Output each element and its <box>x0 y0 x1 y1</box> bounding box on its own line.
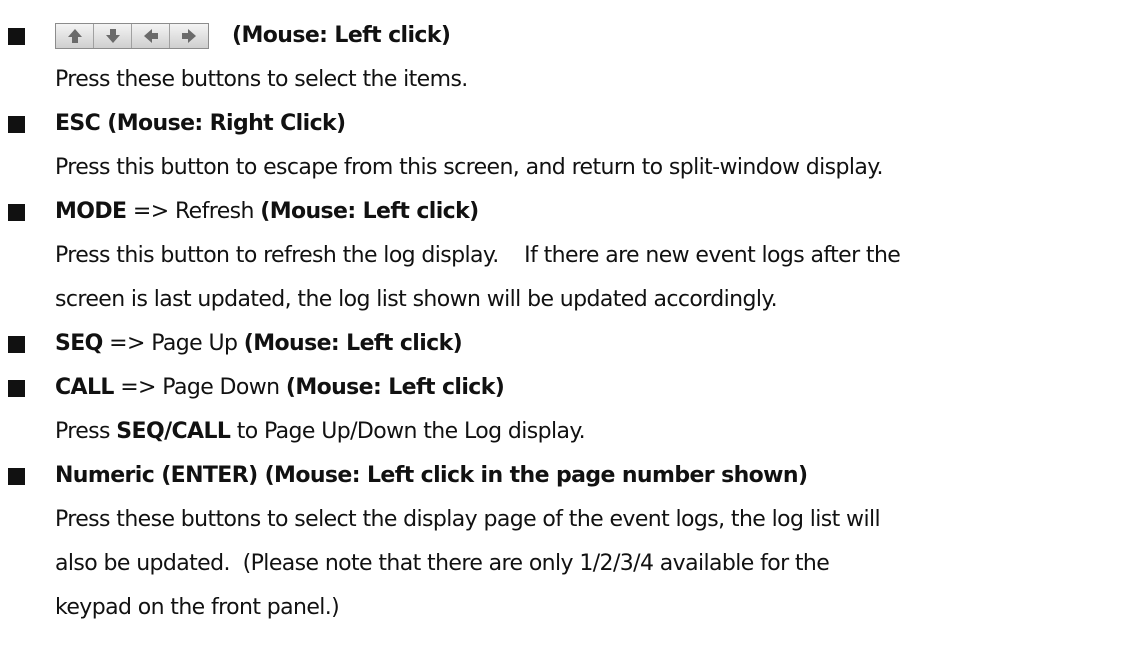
numeric-description-line-2: also be updated. (Please note that there… <box>55 551 830 576</box>
seq-action: => Page Up <box>102 331 244 356</box>
left-arrow-icon[interactable] <box>132 24 170 48</box>
numeric-description-line-1: Press these buttons to select the displa… <box>55 507 881 532</box>
bullet-square <box>8 116 25 133</box>
numeric-description-line-3: keypad on the front panel.) <box>55 595 340 620</box>
call-mouse-hint: (Mouse: Left click) <box>285 375 505 400</box>
bullet-square <box>8 204 25 221</box>
call-key: CALL <box>55 375 114 400</box>
call-desc-pre: Press <box>55 419 117 444</box>
call-heading: CALL => Page Down (Mouse: Left click) <box>55 366 505 410</box>
numeric-heading: Numeric (ENTER) (Mouse: Left click in th… <box>55 463 808 488</box>
call-description: Press SEQ/CALL to Page Up/Down the Log d… <box>55 410 586 454</box>
arrows-description: Press these buttons to select the items. <box>55 67 468 92</box>
mode-description-line-1: Press this button to refresh the log dis… <box>55 243 901 268</box>
seq-key: SEQ <box>55 331 103 356</box>
right-arrow-icon[interactable] <box>170 24 208 48</box>
arrow-button-strip <box>55 23 209 49</box>
mode-key: MODE <box>55 199 127 224</box>
bullet-square <box>8 380 25 397</box>
arrows-mouse-hint: (Mouse: Left click) <box>232 23 451 48</box>
seq-heading: SEQ => Page Up (Mouse: Left click) <box>55 322 463 366</box>
call-desc-post: to Page Up/Down the Log display. <box>230 419 586 444</box>
call-desc-keys: SEQ/CALL <box>116 419 231 444</box>
mode-heading: MODE => Refresh (Mouse: Left click) <box>55 190 479 234</box>
up-arrow-icon[interactable] <box>56 24 94 48</box>
mode-mouse-hint: (Mouse: Left click) <box>260 199 479 224</box>
bullet-square <box>8 28 25 45</box>
esc-description: Press this button to escape from this sc… <box>55 155 884 180</box>
down-arrow-icon[interactable] <box>94 24 132 48</box>
mode-description-line-2: screen is last updated, the log list sho… <box>55 287 778 312</box>
bullet-square <box>8 336 25 353</box>
call-action: => Page Down <box>113 375 286 400</box>
seq-mouse-hint: (Mouse: Left click) <box>243 331 463 356</box>
bullet-square <box>8 468 25 485</box>
mode-action: => Refresh <box>126 199 261 224</box>
esc-heading: ESC (Mouse: Right Click) <box>55 111 346 136</box>
